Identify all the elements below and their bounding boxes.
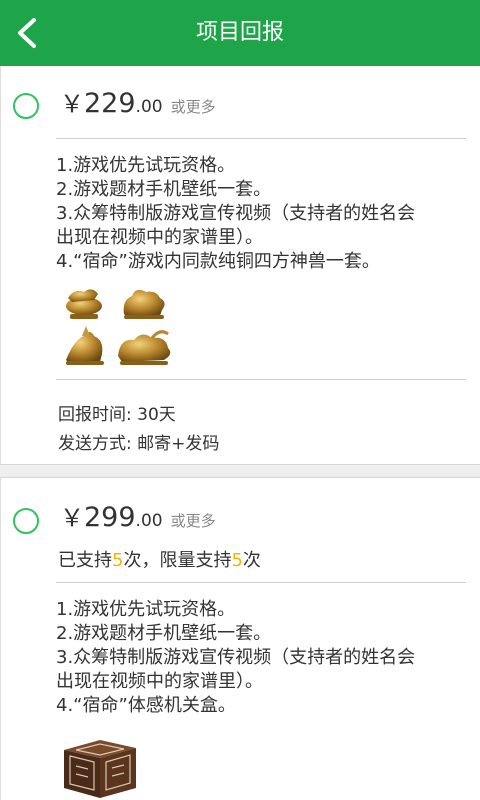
puzzle-box-image[interactable] [56, 736, 142, 800]
reward-item: 2.游戏题材手机壁纸一套。 [56, 179, 272, 200]
support-status: 已支持5次，限量支持5次 [58, 546, 261, 572]
reward-radio-button[interactable] [13, 93, 39, 119]
reward-card[interactable]: ￥299.00 或更多 已支持5次，限量支持5次 1.游戏优先试玩资格。 2.游戏… [0, 478, 480, 800]
reward-description: 1.游戏优先试玩资格。 2.游戏题材手机壁纸一套。 3.众筹特制版游戏宣传视频（… [56, 154, 466, 274]
currency-symbol: ￥ [60, 504, 84, 532]
bronze-beasts-image[interactable] [56, 284, 180, 370]
reward-item: 出现在视频中的家谱里）。 [56, 671, 263, 692]
price-integer: 299 [84, 502, 136, 533]
divider [56, 138, 466, 139]
card-border [0, 478, 1, 800]
delivery-time: 回报时间: 30天 [58, 405, 176, 425]
reward-item: 4.“宿命”游戏内同款纯铜四方神兽一套。 [56, 251, 380, 272]
reward-item: 1.游戏优先试玩资格。 [56, 155, 236, 176]
card-border [0, 66, 1, 464]
delivery-method: 发送方式: 邮寄+发码 [58, 434, 220, 454]
reward-price: ￥299.00 或更多 [60, 498, 216, 533]
limit-count: 5 [231, 550, 243, 571]
reward-price: ￥229.00 或更多 [60, 84, 216, 119]
card-separator [0, 464, 480, 478]
reward-item: 3.众筹特制版游戏宣传视频（支持者的姓名会 [56, 203, 416, 224]
app-header: 项目回报 [0, 0, 480, 66]
reward-radio-button[interactable] [13, 508, 39, 534]
reward-card[interactable]: ￥229.00 或更多 1.游戏优先试玩资格。 2.游戏题材手机壁纸一套。 3.众… [0, 66, 480, 464]
reward-item: 1.游戏优先试玩资格。 [56, 599, 236, 620]
reward-item: 2.游戏题材手机壁纸一套。 [56, 623, 272, 644]
support-suffix: 次 [242, 550, 261, 571]
reward-item: 4.“宿命”体感机关盒。 [56, 695, 236, 716]
price-decimal: .00 [135, 97, 163, 117]
price-suffix: 或更多 [170, 512, 216, 530]
price-integer: 229 [84, 88, 136, 119]
divider [56, 379, 466, 380]
support-mid: 次，限量支持 [123, 550, 232, 571]
support-prefix: 已支持 [58, 550, 112, 571]
price-decimal: .00 [135, 511, 163, 531]
divider [56, 582, 466, 583]
support-count: 5 [112, 550, 124, 571]
price-suffix: 或更多 [170, 98, 216, 116]
reward-item: 出现在视频中的家谱里）。 [56, 227, 263, 248]
reward-item: 3.众筹特制版游戏宣传视频（支持者的姓名会 [56, 647, 416, 668]
currency-symbol: ￥ [60, 90, 84, 118]
page-title: 项目回报 [195, 20, 284, 45]
reward-description: 1.游戏优先试玩资格。 2.游戏题材手机壁纸一套。 3.众筹特制版游戏宣传视频（… [56, 598, 466, 718]
